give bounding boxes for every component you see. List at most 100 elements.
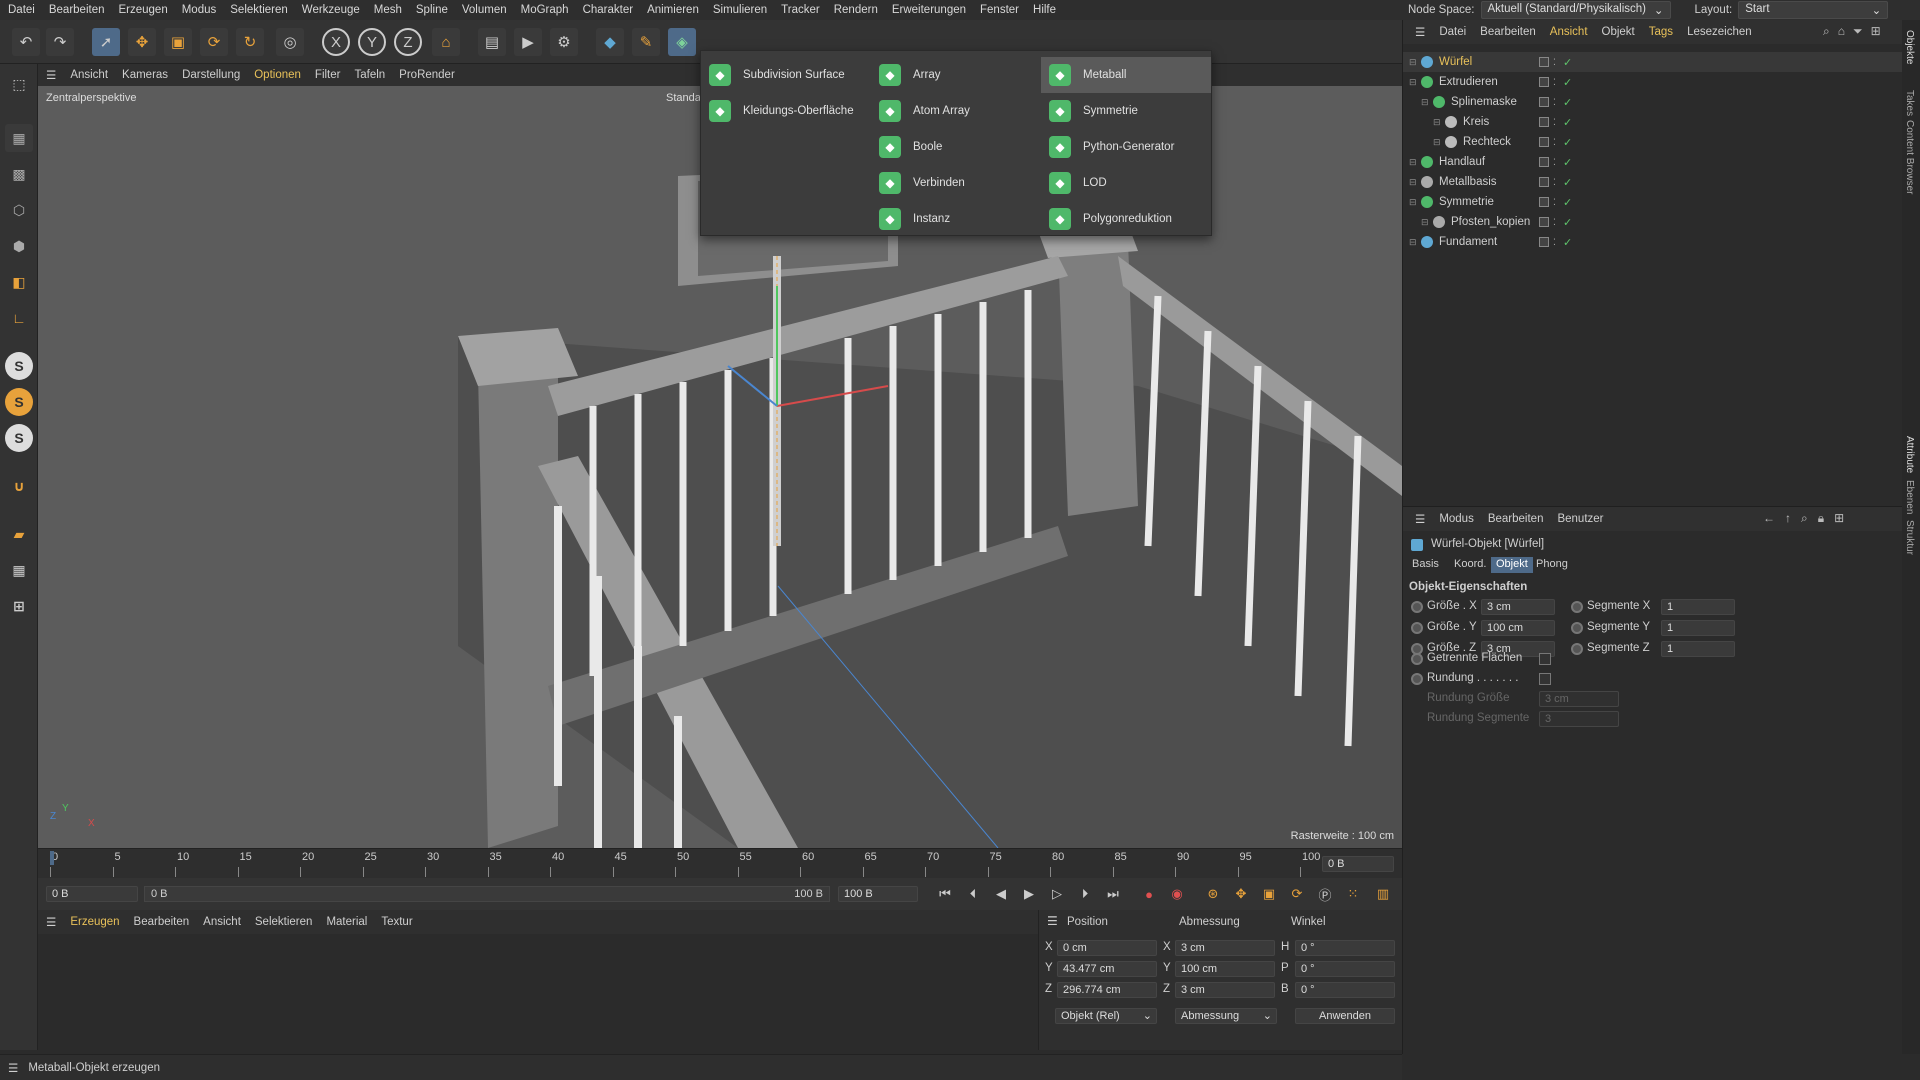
object-row[interactable]: ⊟ Metallbasis ⁚ ✓ <box>1403 172 1903 192</box>
segment-animate-radio[interactable] <box>1571 643 1583 655</box>
menu-item-array[interactable]: ◆ Array <box>871 57 1041 93</box>
editor-render-dots-icon[interactable]: ⁚ <box>1553 217 1556 228</box>
key-selection-button[interactable]: ⊛ <box>1202 883 1224 905</box>
previous-key-button[interactable]: ⏴ <box>962 883 984 905</box>
hamburger-icon[interactable]: ☰ <box>1047 914 1058 928</box>
expand-toggle-icon[interactable]: ⊟ <box>1409 157 1421 168</box>
editor-render-dots-icon[interactable]: ⁚ <box>1553 137 1556 148</box>
cube-object-button[interactable]: ◆ <box>596 28 624 56</box>
last-tool-button[interactable]: ◎ <box>276 28 304 56</box>
segment-animate-radio[interactable] <box>1571 622 1583 634</box>
hamburger-icon[interactable]: ☰ <box>46 915 56 929</box>
segment-field[interactable]: 1 <box>1661 599 1735 615</box>
size-animate-radio[interactable] <box>1411 601 1423 613</box>
end-frame-field[interactable]: 100 B <box>838 886 918 902</box>
object-row[interactable]: ⊟ Würfel ⁚ ✓ <box>1403 52 1903 72</box>
home-icon[interactable]: ⌂ <box>1838 24 1845 39</box>
side-tab-struktur[interactable]: Struktur <box>1904 520 1915 555</box>
viewport-menu-ansicht[interactable]: Ansicht <box>70 69 108 81</box>
expand-toggle-icon[interactable]: ⊟ <box>1421 217 1433 228</box>
render-view-button[interactable]: ▤ <box>478 28 506 56</box>
coord-dimension-field[interactable]: 3 cm <box>1175 940 1275 956</box>
coord-position-field[interactable]: 296.774 cm <box>1057 982 1157 998</box>
axis-z-button[interactable]: Z <box>394 28 422 56</box>
solo-hierarchy-button[interactable]: S <box>5 388 33 416</box>
object-menu-lesezeichen[interactable]: Lesezeichen <box>1687 26 1752 38</box>
attribute-tab-koord[interactable]: Koord. <box>1449 557 1491 573</box>
solo-button[interactable]: S <box>5 352 33 380</box>
layer-visibility-icon[interactable] <box>1539 177 1549 187</box>
menu-erweiterungen[interactable]: Erweiterungen <box>892 4 966 16</box>
coord-mode-dropdown[interactable]: Objekt (Rel) ⌄ <box>1055 1008 1157 1024</box>
viewport-menu-darstellung[interactable]: Darstellung <box>182 69 240 81</box>
viewport-menu-prorender[interactable]: ProRender <box>399 69 455 81</box>
next-frame-button[interactable]: ▷ <box>1046 883 1068 905</box>
polygons-mode-button[interactable]: ◧ <box>5 268 33 296</box>
recent-tools-button[interactable]: ↻ <box>236 28 264 56</box>
enabled-check-icon[interactable]: ✓ <box>1563 96 1572 109</box>
filter-icon[interactable]: ⏷ <box>1853 24 1863 39</box>
menu-simulieren[interactable]: Simulieren <box>713 4 767 16</box>
new-window-icon[interactable]: ⊞ <box>1871 24 1881 39</box>
material-menu-material[interactable]: Material <box>326 916 367 928</box>
menu-item-boole[interactable]: ◆ Boole <box>871 129 1041 165</box>
object-menu-tags[interactable]: Tags <box>1649 26 1673 38</box>
getrennt-checkbox[interactable] <box>1539 653 1551 665</box>
timeline-playhead[interactable] <box>50 851 54 865</box>
side-tab-takes[interactable]: Takes <box>1904 90 1915 116</box>
rundung-animate-radio[interactable] <box>1411 673 1423 685</box>
enabled-check-icon[interactable]: ✓ <box>1563 236 1572 249</box>
object-menu-ansicht[interactable]: Ansicht <box>1550 26 1588 38</box>
layer-visibility-icon[interactable] <box>1539 237 1549 247</box>
points-mode-button[interactable]: ⬡ <box>5 196 33 224</box>
menu-item-verbinden[interactable]: ◆ Verbinden <box>871 165 1041 201</box>
menu-item-symmetrie[interactable]: ◆ Symmetrie <box>1041 93 1211 129</box>
coord-dimension-field[interactable]: 100 cm <box>1175 961 1275 977</box>
viewport-menu-optionen[interactable]: Optionen <box>254 69 301 81</box>
menu-item-instanz[interactable]: ◆ Instanz <box>871 201 1041 237</box>
new-window-icon[interactable]: ⊞ <box>1834 511 1844 526</box>
expand-toggle-icon[interactable]: ⊟ <box>1409 237 1421 248</box>
enabled-check-icon[interactable]: ✓ <box>1563 136 1572 149</box>
axis-y-button[interactable]: Y <box>358 28 386 56</box>
axis-x-button[interactable]: X <box>322 28 350 56</box>
material-menu-bearbeiten[interactable]: Bearbeiten <box>134 916 190 928</box>
side-tab-attribute[interactable]: Attribute <box>1904 436 1915 473</box>
render-picture-viewer-button[interactable]: ▶ <box>514 28 542 56</box>
menu-werkzeuge[interactable]: Werkzeuge <box>302 4 360 16</box>
search-icon[interactable]: ⌕ <box>1801 511 1808 526</box>
previous-frame-button[interactable]: ◀ <box>990 883 1012 905</box>
move-tool-button[interactable]: ✥ <box>128 28 156 56</box>
object-menu-bearbeiten[interactable]: Bearbeiten <box>1480 26 1536 38</box>
object-row[interactable]: ⊟ Fundament ⁚ ✓ <box>1403 232 1903 252</box>
menu-erzeugen[interactable]: Erzeugen <box>118 4 167 16</box>
menu-fenster[interactable]: Fenster <box>980 4 1019 16</box>
enabled-check-icon[interactable]: ✓ <box>1563 196 1572 209</box>
attribute-menu-modus[interactable]: Modus <box>1439 513 1474 525</box>
hamburger-icon[interactable]: ☰ <box>8 1061 18 1075</box>
viewport-menu-tafeln[interactable]: Tafeln <box>354 69 385 81</box>
menu-animieren[interactable]: Animieren <box>647 4 699 16</box>
current-frame-field[interactable]: 0 B <box>1322 856 1394 872</box>
expand-toggle-icon[interactable]: ⊟ <box>1421 97 1433 108</box>
getrennt-animate-radio[interactable] <box>1411 653 1423 665</box>
axis-mode-button[interactable]: ∟ <box>5 304 33 332</box>
timeline-ruler[interactable]: 0 5 10 15 20 25 30 35 40 45 50 55 60 65 70 75 80 85 90 95 10… <box>38 848 1402 878</box>
object-menu-datei[interactable]: Datei <box>1439 26 1466 38</box>
workplane-button[interactable]: ▰ <box>5 520 33 548</box>
rundung-checkbox[interactable] <box>1539 673 1551 685</box>
arrow-up-icon[interactable]: ↑ <box>1785 511 1791 526</box>
layer-visibility-icon[interactable] <box>1539 77 1549 87</box>
side-tab-content-browser[interactable]: Content Browser <box>1904 120 1915 194</box>
layer-visibility-icon[interactable] <box>1539 57 1549 67</box>
menu-item-kleidungs-oberfl-che[interactable]: ◆ Kleidungs-Oberfläche <box>701 93 871 129</box>
coord-dimension-field[interactable]: 3 cm <box>1175 982 1275 998</box>
menu-item-metaball[interactable]: ◆ Metaball <box>1041 57 1211 93</box>
size-animate-radio[interactable] <box>1411 622 1423 634</box>
layer-visibility-icon[interactable] <box>1539 117 1549 127</box>
material-menu-selektieren[interactable]: Selektieren <box>255 916 313 928</box>
menu-item-polygonreduktion[interactable]: ◆ Polygonreduktion <box>1041 201 1211 237</box>
size-field[interactable]: 100 cm <box>1481 620 1555 636</box>
object-row[interactable]: ⊟ Splinemaske ⁚ ✓ <box>1403 92 1903 112</box>
timeline-window-button[interactable]: ▥ <box>1372 883 1394 905</box>
